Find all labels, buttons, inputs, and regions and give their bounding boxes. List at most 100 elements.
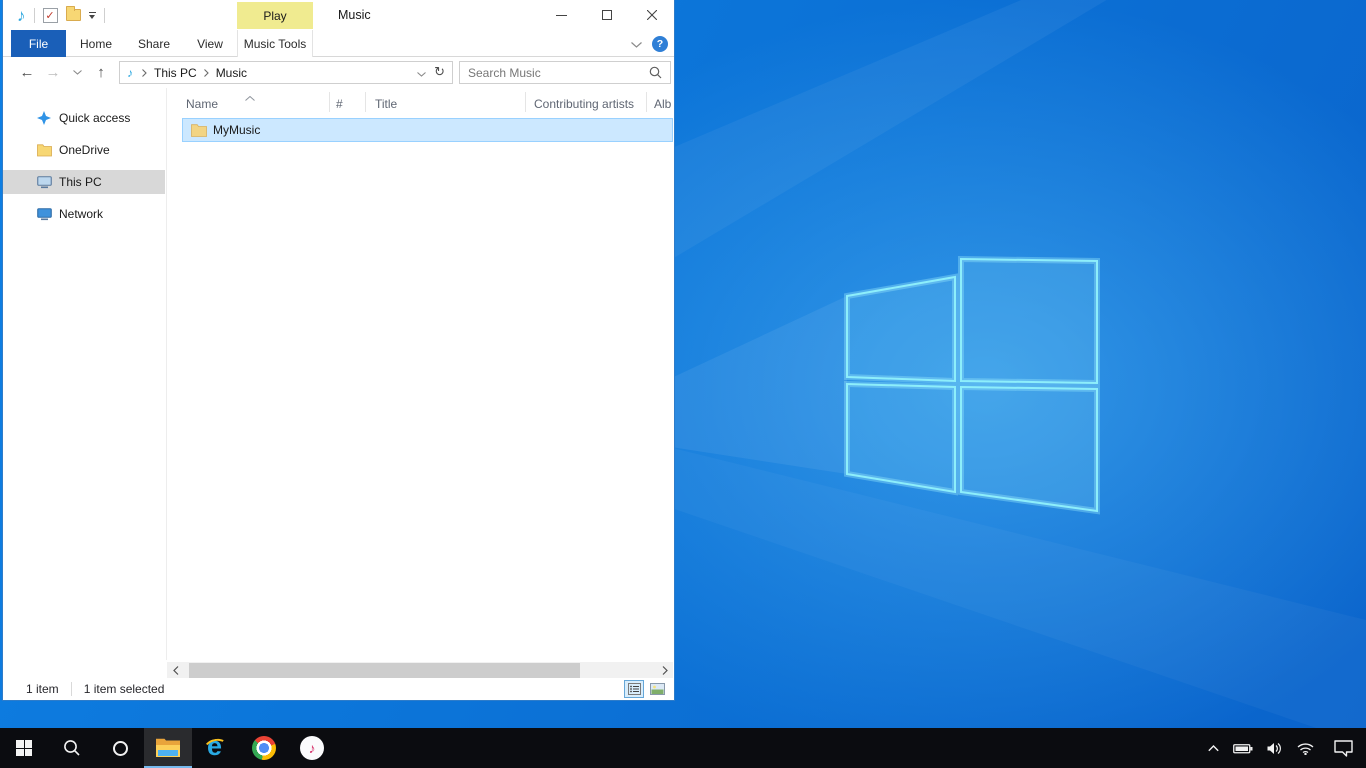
- this-pc-icon: [36, 176, 52, 189]
- expand-ribbon-chevron[interactable]: [631, 37, 642, 51]
- sidebar-item-quick-access[interactable]: Quick access: [3, 106, 165, 130]
- column-resize-handle[interactable]: [646, 92, 647, 112]
- action-center-icon: [1334, 740, 1353, 757]
- up-button[interactable]: ↑: [91, 57, 111, 88]
- forward-button[interactable]: →: [43, 57, 63, 88]
- chevron-down-icon: [73, 70, 82, 75]
- taskbar-file-explorer-button[interactable]: [144, 728, 192, 768]
- status-separator: [71, 682, 72, 696]
- address-bar[interactable]: ♪ This PC Music ↻: [119, 61, 453, 84]
- customize-qat-dropdown[interactable]: [89, 12, 96, 19]
- file-name: MyMusic: [213, 123, 260, 137]
- large-icons-view-button[interactable]: [647, 680, 667, 698]
- scrollbar-thumb[interactable]: [189, 663, 580, 678]
- contextual-tab-group-play[interactable]: Play: [237, 2, 313, 29]
- search-icon: [63, 739, 81, 757]
- minimize-icon: [556, 10, 567, 21]
- maximize-button[interactable]: [584, 0, 629, 30]
- scroll-right-button[interactable]: [656, 662, 673, 679]
- cortana-icon: [113, 741, 128, 756]
- taskbar: e ♪: [0, 728, 1366, 768]
- speaker-icon: [1267, 742, 1283, 755]
- column-resize-handle[interactable]: [365, 92, 366, 112]
- recent-locations-chevron[interactable]: [69, 57, 85, 88]
- chevron-up-icon: [1208, 745, 1219, 752]
- breadcrumb-this-pc[interactable]: This PC: [152, 66, 199, 80]
- network-tray-button[interactable]: [1297, 742, 1314, 755]
- chevron-down-icon: [417, 72, 426, 77]
- itunes-button[interactable]: ♪: [288, 728, 336, 768]
- breadcrumb-music[interactable]: Music: [214, 66, 249, 80]
- tab-share[interactable]: Share: [128, 30, 180, 57]
- chrome-button[interactable]: [240, 728, 288, 768]
- volume-tray-button[interactable]: [1267, 742, 1283, 755]
- ribbon-tab-bar: File Home Share View Music Tools ?: [3, 30, 674, 57]
- column-header-contributing-artists[interactable]: Contributing artists: [534, 88, 649, 116]
- title-bar: ♪ ✓ Play Music: [3, 0, 674, 30]
- quick-access-star-icon: [36, 111, 52, 125]
- battery-tray-button[interactable]: [1233, 743, 1253, 754]
- column-header-number[interactable]: #: [336, 88, 361, 116]
- details-view-button[interactable]: [624, 680, 644, 698]
- close-button[interactable]: [629, 0, 674, 30]
- network-icon: [36, 208, 52, 221]
- system-tray: [1208, 728, 1314, 768]
- properties-button[interactable]: ✓: [43, 8, 58, 23]
- location-music-icon: ♪: [127, 66, 133, 80]
- new-folder-button[interactable]: [66, 9, 81, 21]
- itunes-icon: ♪: [300, 736, 324, 760]
- address-bar-row: ← → ↑ ♪ This PC Music ↻: [3, 57, 674, 88]
- start-button[interactable]: [0, 728, 48, 768]
- breadcrumb-chevron-icon: [199, 69, 214, 77]
- file-row-mymusic[interactable]: MyMusic: [182, 118, 673, 142]
- details-view-icon: [628, 683, 641, 695]
- status-bar: 1 item 1 item selected: [3, 678, 674, 700]
- chevron-left-icon: [173, 666, 179, 675]
- search-box: [459, 61, 671, 84]
- sidebar-item-onedrive[interactable]: OneDrive: [3, 138, 165, 162]
- breadcrumb-chevron-icon: [137, 69, 152, 77]
- cortana-button[interactable]: [96, 728, 144, 768]
- address-dropdown-chevron[interactable]: [417, 66, 426, 80]
- music-app-icon: ♪: [17, 7, 26, 24]
- column-resize-handle[interactable]: [329, 92, 330, 112]
- show-hidden-icons-button[interactable]: [1208, 745, 1219, 752]
- tab-home[interactable]: Home: [70, 30, 122, 57]
- column-header-title[interactable]: Title: [375, 88, 515, 116]
- sort-ascending-icon: [245, 90, 255, 104]
- search-icon[interactable]: [649, 66, 662, 79]
- search-input[interactable]: [460, 66, 649, 80]
- sidebar-item-network[interactable]: Network: [3, 202, 165, 226]
- tab-file[interactable]: File: [11, 30, 66, 57]
- column-resize-handle[interactable]: [525, 92, 526, 112]
- taskbar-search-button[interactable]: [48, 728, 96, 768]
- horizontal-scrollbar: [167, 662, 673, 679]
- chrome-icon: [252, 736, 276, 760]
- play-group-label: Play: [263, 9, 286, 23]
- qat-separator: [104, 8, 105, 23]
- thumbnail-view-icon: [650, 683, 665, 695]
- selection-count: 1 item selected: [84, 682, 165, 696]
- file-explorer-icon: [155, 738, 181, 759]
- quick-access-toolbar: ♪ ✓: [17, 0, 105, 30]
- internet-explorer-button[interactable]: e: [192, 728, 240, 768]
- close-icon: [647, 10, 657, 20]
- battery-icon: [1233, 743, 1253, 754]
- tab-music-tools[interactable]: Music Tools: [237, 30, 313, 57]
- column-header-album[interactable]: Alb: [654, 88, 678, 116]
- scroll-left-button[interactable]: [167, 662, 184, 679]
- back-button[interactable]: ←: [17, 57, 37, 88]
- folder-icon: [191, 124, 207, 137]
- sidebar-item-this-pc[interactable]: This PC: [3, 170, 165, 194]
- minimize-button[interactable]: [539, 0, 584, 30]
- navigation-pane: Quick access OneDrive This PC Network: [3, 88, 165, 678]
- help-button[interactable]: ?: [652, 36, 668, 52]
- column-header-name[interactable]: Name: [186, 88, 326, 116]
- windows-logo-icon: [16, 740, 32, 756]
- action-center-button[interactable]: [1320, 728, 1366, 768]
- window-title: Music: [338, 8, 371, 22]
- refresh-button[interactable]: ↻: [434, 65, 445, 80]
- tab-view[interactable]: View: [186, 30, 234, 57]
- qat-separator: [34, 8, 35, 23]
- item-count: 1 item: [26, 682, 59, 696]
